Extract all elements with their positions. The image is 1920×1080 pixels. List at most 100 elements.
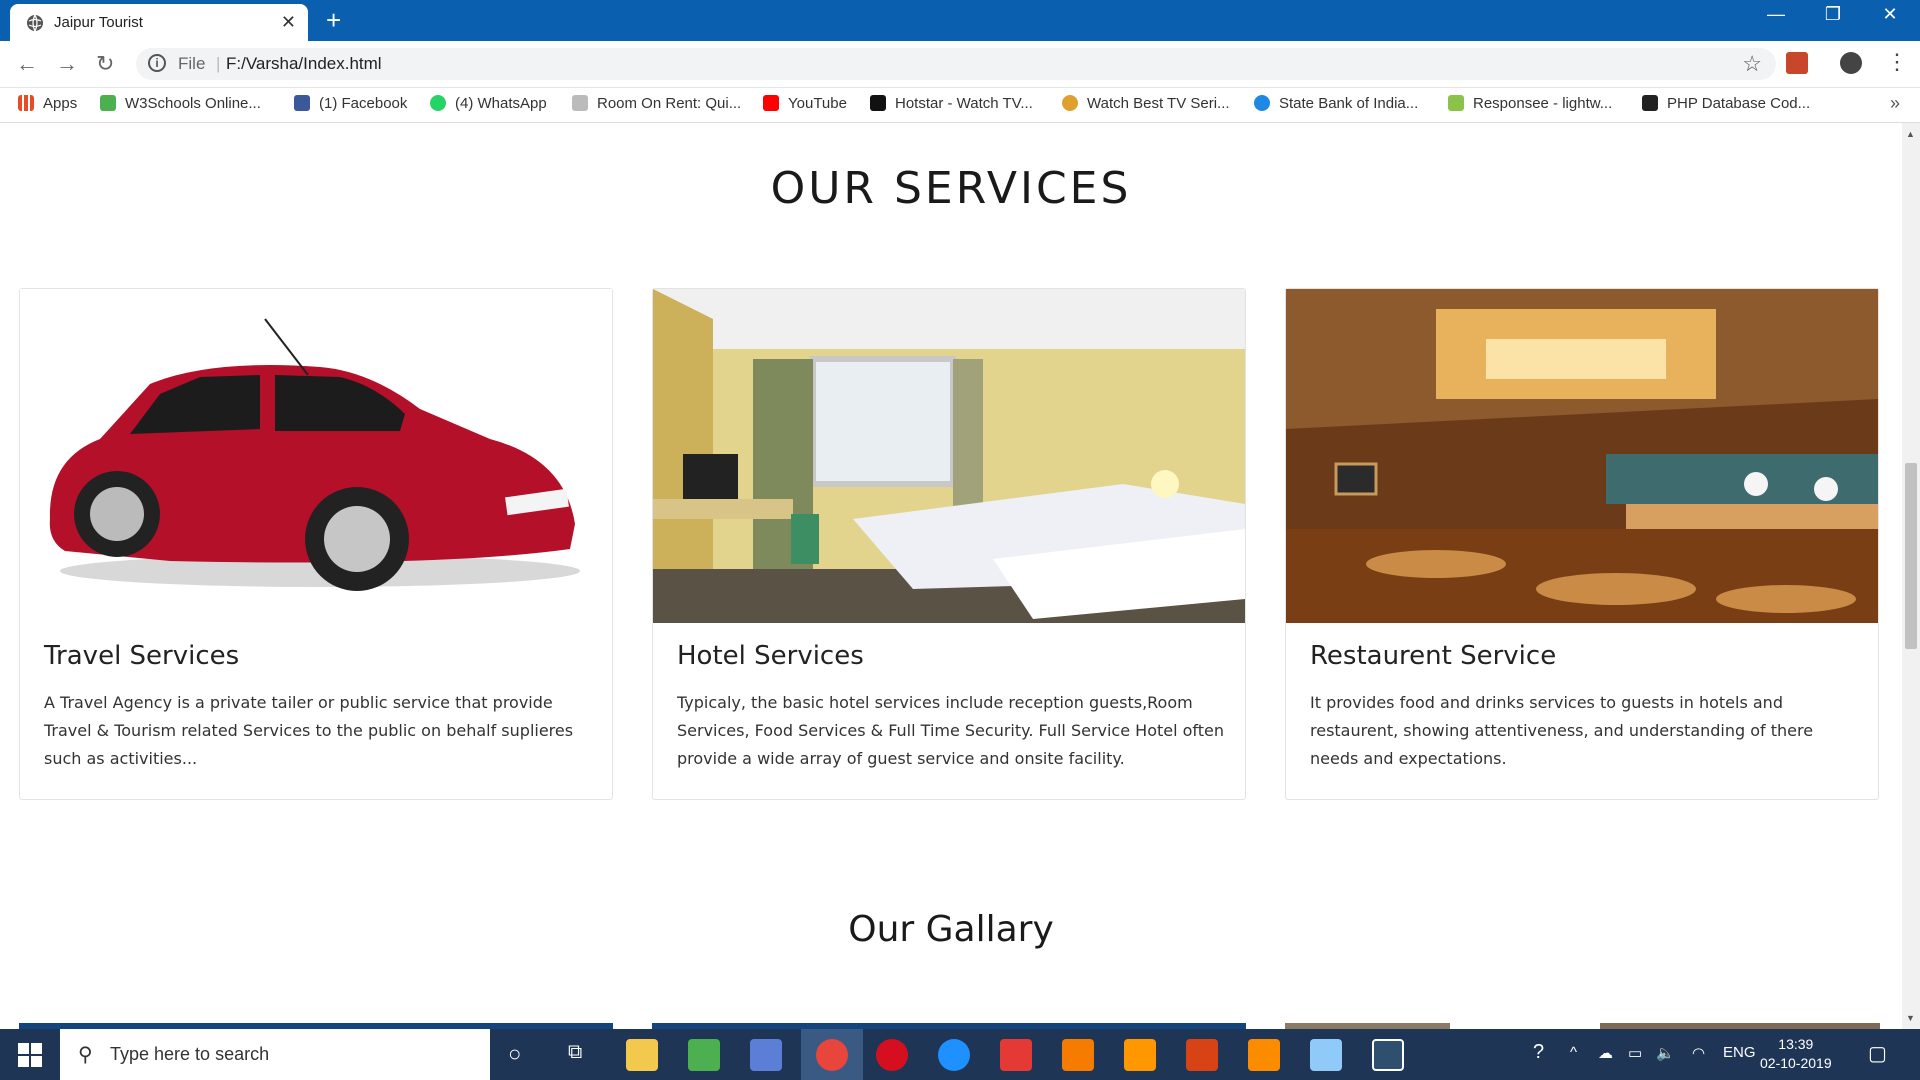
apps-grid-icon	[18, 95, 34, 111]
tab-title: Jaipur Tourist	[54, 14, 143, 31]
paint-icon[interactable]	[1310, 1039, 1342, 1071]
bookmark-sbi[interactable]: State Bank of India...	[1254, 95, 1418, 112]
bookmark-youtube[interactable]: YouTube	[763, 95, 847, 112]
scroll-down-icon[interactable]: ▼	[1906, 1013, 1915, 1023]
bookmark-label: Room On Rent: Qui...	[597, 95, 742, 112]
file-explorer-icon[interactable]	[626, 1039, 658, 1071]
language-indicator[interactable]: ENG	[1723, 1044, 1756, 1061]
menu-kebab-icon[interactable]: ⋮	[1886, 49, 1908, 75]
globe-icon	[27, 14, 43, 32]
address-bar: ← → ↻ i File | F:/Varsha/Index.html ☆ ⋮	[0, 41, 1920, 88]
bookmark-hotstar[interactable]: Hotstar - Watch TV...	[870, 95, 1033, 112]
facebook-icon	[294, 95, 310, 111]
chrome-icon[interactable]	[816, 1039, 848, 1071]
battery-icon[interactable]: ▭	[1628, 1044, 1642, 1062]
help-icon[interactable]: ?	[1533, 1041, 1544, 1064]
php-icon	[1642, 95, 1658, 111]
notifications-icon[interactable]: ▢	[1868, 1041, 1887, 1066]
card-text: Typicaly, the basic hotel services inclu…	[677, 693, 1225, 768]
whatsapp-icon	[430, 95, 446, 111]
back-arrow-icon[interactable]: ←	[16, 51, 38, 77]
new-tab-button[interactable]: +	[326, 5, 341, 36]
forward-arrow-icon[interactable]: →	[56, 51, 78, 77]
pdf-extension-icon[interactable]	[1786, 52, 1808, 74]
url-text[interactable]: F:/Varsha/Index.html	[226, 54, 382, 74]
responsee-icon	[1448, 95, 1464, 111]
page-viewport: OUR SERVICES Travel Services A Travel Ag…	[0, 123, 1902, 1029]
document-app-icon[interactable]	[1186, 1039, 1218, 1071]
hotel-room-image	[653, 289, 1245, 623]
windows-start-icon[interactable]	[18, 1043, 42, 1067]
card-title: Restaurent Service	[1310, 641, 1557, 671]
service-card-travel: Travel Services A Travel Agency is a pri…	[19, 288, 613, 800]
card-title: Travel Services	[44, 641, 240, 671]
xampp-icon[interactable]	[1248, 1039, 1280, 1071]
youtube-icon	[763, 95, 779, 111]
bookmark-label: W3Schools Online...	[125, 95, 261, 112]
service-card-hotel: Hotel Services Typicaly, the basic hotel…	[652, 288, 1246, 800]
wifi-icon[interactable]: ◠	[1692, 1044, 1705, 1062]
service-card-restaurant: Restaurent Service It provides food and …	[1285, 288, 1879, 800]
bookmark-label: Responsee - lightw...	[1473, 95, 1613, 112]
bookmark-apps[interactable]: Apps	[18, 95, 77, 112]
clock-date: 02-10-2019	[1760, 1055, 1832, 1071]
card-text: A Travel Agency is a private tailer or p…	[44, 693, 574, 768]
bookmark-whatsapp[interactable]: (4) WhatsApp	[430, 95, 547, 112]
card-text: It provides food and drinks services to …	[1310, 693, 1814, 768]
home-icon	[572, 95, 588, 111]
info-icon[interactable]: i	[148, 54, 166, 72]
bookmark-star-icon[interactable]: ☆	[1742, 51, 1762, 77]
vlc-icon[interactable]	[1124, 1039, 1156, 1071]
cloud-icon[interactable]: ☁	[1598, 1044, 1613, 1062]
url-omnibox[interactable]: i File | F:/Varsha/Index.html ☆	[136, 48, 1776, 80]
tab-close-icon[interactable]: ✕	[281, 12, 296, 33]
car-image	[20, 289, 612, 623]
tab-jaipur-tourist[interactable]: Jaipur Tourist ✕	[10, 4, 308, 41]
close-window-button[interactable]: ✕	[1870, 4, 1910, 25]
bookmark-w3schools[interactable]: W3Schools Online...	[100, 95, 261, 112]
sbi-icon	[1254, 95, 1270, 111]
clock[interactable]: 13:39 02-10-2019	[1760, 1035, 1832, 1073]
recorder-icon[interactable]	[1000, 1039, 1032, 1071]
reload-icon[interactable]: ↻	[96, 51, 114, 77]
services-heading: OUR SERVICES	[770, 163, 1132, 214]
scroll-up-icon[interactable]: ▲	[1906, 129, 1915, 139]
cortana-icon[interactable]: ○	[508, 1041, 521, 1067]
restore-button[interactable]: ❐	[1813, 4, 1853, 25]
opera-icon[interactable]	[876, 1039, 908, 1071]
profile-avatar-icon[interactable]	[1840, 52, 1862, 74]
more-bookmarks-icon[interactable]: »	[1890, 93, 1900, 114]
clock-time: 13:39	[1778, 1036, 1814, 1052]
hotstar-icon	[870, 95, 886, 111]
media-app-icon[interactable]	[750, 1039, 782, 1071]
bookmark-responsee[interactable]: Responsee - lightw...	[1448, 95, 1612, 112]
url-separator: |	[216, 54, 221, 73]
bookmark-label: Hotstar - Watch TV...	[895, 95, 1033, 112]
bookmark-room-on-rent[interactable]: Room On Rent: Qui...	[572, 95, 741, 112]
bookmark-watch-tv[interactable]: Watch Best TV Seri...	[1062, 95, 1230, 112]
restaurant-image	[1286, 289, 1878, 623]
sublime-text-icon[interactable]	[1062, 1039, 1094, 1071]
bookmark-php-database[interactable]: PHP Database Cod...	[1642, 95, 1810, 112]
page-scrollbar[interactable]: ▲ ▼	[1902, 123, 1920, 1029]
photo-app-icon[interactable]	[688, 1039, 720, 1071]
search-placeholder: Type here to search	[110, 1044, 270, 1064]
volume-icon[interactable]: 🔈	[1656, 1044, 1675, 1062]
chevron-up-icon[interactable]: ^	[1570, 1044, 1577, 1061]
w3schools-icon	[100, 95, 116, 111]
bookmark-facebook[interactable]: (1) Facebook	[294, 95, 407, 112]
bookmarks-bar: Apps W3Schools Online... (1) Facebook (4…	[0, 88, 1920, 123]
card-title: Hotel Services	[677, 641, 864, 671]
browser-titlebar: Jaipur Tourist ✕ + — ❐ ✕	[0, 0, 1920, 41]
internet-explorer-icon[interactable]	[938, 1039, 970, 1071]
taskbar-search-box[interactable]: ⚲ Type here to search	[60, 1029, 490, 1080]
bookmark-label: State Bank of India...	[1279, 95, 1419, 112]
task-view-icon[interactable]: ⧉	[568, 1041, 582, 1064]
scrollbar-thumb[interactable]	[1905, 463, 1917, 649]
bookmark-label: YouTube	[788, 95, 847, 112]
photos-icon[interactable]	[1372, 1039, 1404, 1071]
search-icon: ⚲	[78, 1044, 93, 1066]
crescent-icon	[1062, 95, 1078, 111]
bookmark-label: Watch Best TV Seri...	[1087, 95, 1230, 112]
minimize-button[interactable]: —	[1756, 4, 1796, 25]
